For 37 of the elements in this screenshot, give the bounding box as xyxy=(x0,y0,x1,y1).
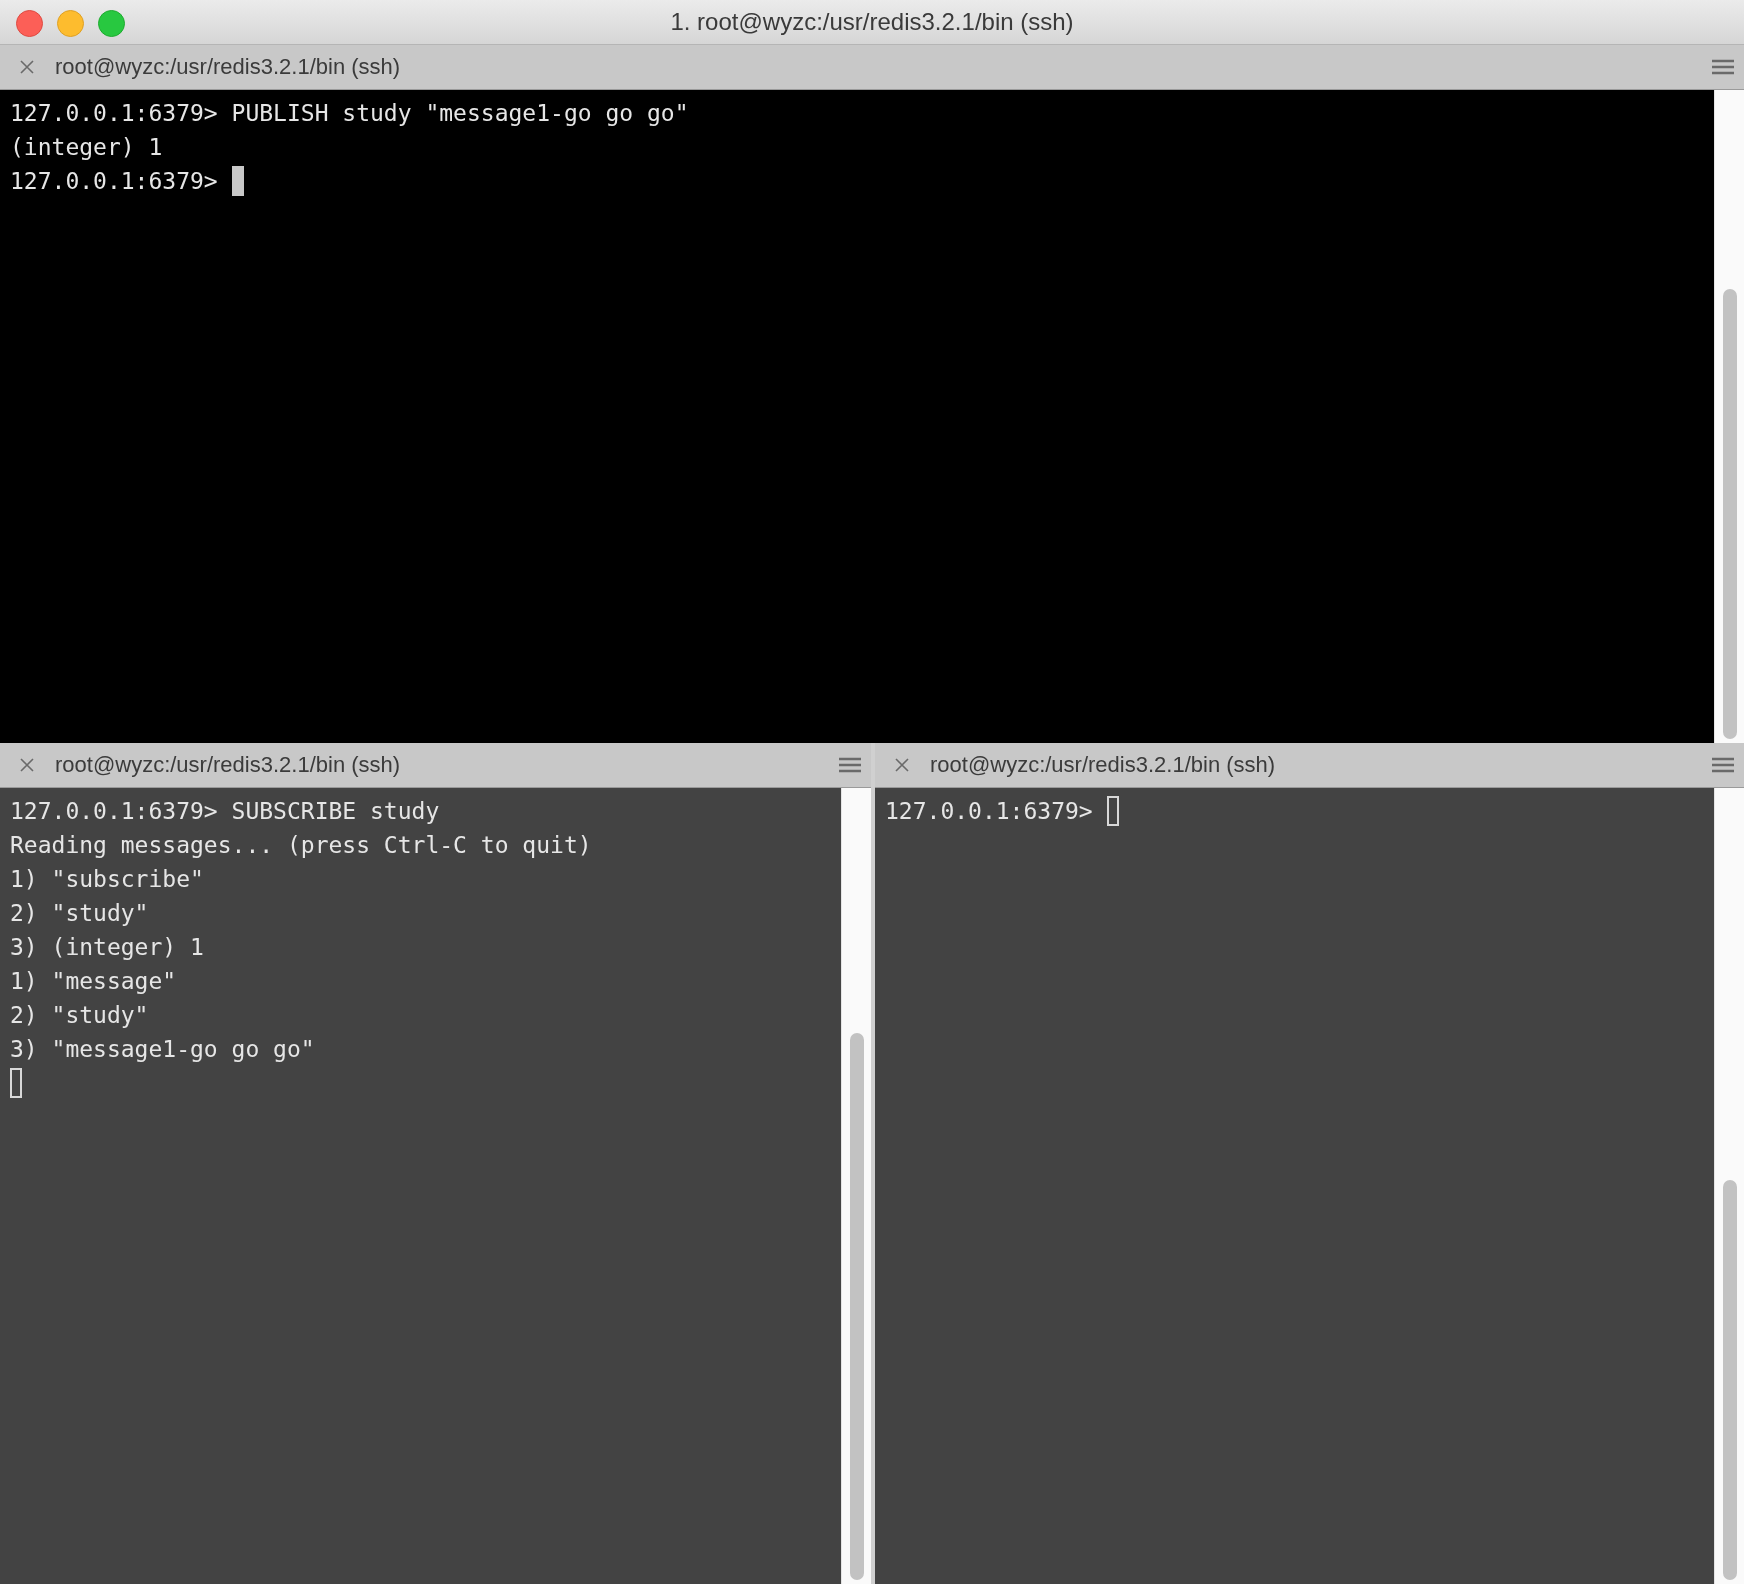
window-title: 1. root@wyzc:/usr/redis3.2.1/bin (ssh) xyxy=(670,8,1074,36)
terminal-line: 3) (integer) 1 xyxy=(10,933,204,962)
terminal-line: 2) "study" xyxy=(10,899,149,928)
scrollbar-thumb[interactable] xyxy=(1722,289,1737,739)
menu-icon[interactable] xyxy=(1712,757,1734,773)
terminal-pane[interactable]: 127.0.0.1:6379> xyxy=(875,788,1744,1584)
scrollbar[interactable] xyxy=(841,788,871,1584)
tab-title[interactable]: root@wyzc:/usr/redis3.2.1/bin (ssh) xyxy=(55,54,1692,80)
scrollbar[interactable] xyxy=(1714,788,1744,1584)
minimize-button[interactable] xyxy=(57,10,84,37)
cursor xyxy=(1106,796,1119,826)
close-icon[interactable] xyxy=(894,757,910,773)
close-icon[interactable] xyxy=(19,757,35,773)
terminal-line: 127.0.0.1:6379> xyxy=(10,167,219,196)
terminal-pane[interactable]: 127.0.0.1:6379> SUBSCRIBE study Reading messages... (press Ctrl-C to quit) 1) "subscribe" 2) "study" 3) (integer) 1 1) "message" 2) "study" 3) "message1-go go go" xyxy=(0,788,871,1584)
close-button[interactable] xyxy=(16,10,43,37)
zoom-button[interactable] xyxy=(98,10,125,37)
terminal-line: 3) "message1-go go go" xyxy=(10,1035,315,1064)
menu-icon[interactable] xyxy=(839,757,861,773)
terminal-line: (integer) 1 xyxy=(10,133,163,162)
terminal-line: 2) "study" xyxy=(10,1001,149,1030)
scrollbar[interactable] xyxy=(1714,90,1744,743)
terminal-pane[interactable]: 127.0.0.1:6379> PUBLISH study "message1-go go go" (integer) 1 127.0.0.1:6379> xyxy=(0,90,1744,743)
menu-icon[interactable] xyxy=(1712,59,1734,75)
cursor xyxy=(10,1068,22,1098)
terminal-line: Reading messages... (press Ctrl-C to quit) xyxy=(10,831,592,860)
terminal-line: 127.0.0.1:6379> PUBLISH study "message1-go go go" xyxy=(10,99,689,128)
tab-title[interactable]: root@wyzc:/usr/redis3.2.1/bin (ssh) xyxy=(55,752,819,778)
terminal-line: 127.0.0.1:6379> SUBSCRIBE study xyxy=(10,797,440,826)
terminal-line: 1) "message" xyxy=(10,967,177,996)
terminal-line: 127.0.0.1:6379> xyxy=(885,797,1094,826)
scrollbar-thumb[interactable] xyxy=(849,1033,864,1580)
scrollbar-thumb[interactable] xyxy=(1722,1180,1737,1580)
cursor xyxy=(231,166,244,196)
close-icon[interactable] xyxy=(19,59,35,75)
tab-title[interactable]: root@wyzc:/usr/redis3.2.1/bin (ssh) xyxy=(930,752,1692,778)
terminal-line: 1) "subscribe" xyxy=(10,865,204,894)
